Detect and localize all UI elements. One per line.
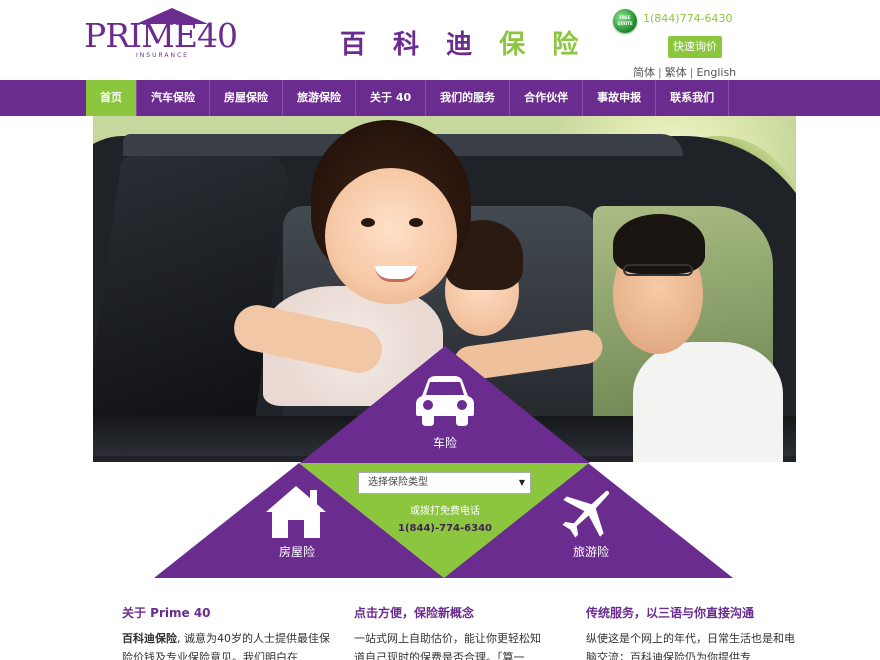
site-header: PRIME40 INSURANCE 百 科 迪 保 险 FREE QUOTE 1…: [0, 0, 880, 80]
home-insurance-label[interactable]: 房屋险: [252, 543, 342, 560]
nav-item-claims[interactable]: 事故申报: [583, 80, 657, 116]
brand-name-part2: 保 险: [499, 30, 588, 60]
header-phone[interactable]: 1(844)774-6430: [643, 12, 733, 25]
nav-item-services[interactable]: 我们的服务: [426, 80, 511, 116]
lang-english[interactable]: English: [696, 66, 736, 79]
language-switcher: 简体 | 繁体 | English: [633, 64, 736, 80]
hero-girl-eye: [361, 218, 375, 227]
brand-name-part1: 百 科 迪: [340, 30, 500, 60]
travel-insurance-label[interactable]: 旅游险: [546, 543, 636, 560]
nav-item-home-insurance[interactable]: 房屋保险: [210, 80, 283, 116]
lang-separator: |: [689, 66, 694, 79]
insurance-type-select[interactable]: 选择保险类型 ▼: [358, 472, 531, 494]
free-quote-badge-icon[interactable]: FREE QUOTE: [613, 9, 637, 33]
nav-item-travel-insurance[interactable]: 旅游保险: [283, 80, 356, 116]
call-free-phone[interactable]: 1(844)-774-6340: [350, 523, 540, 534]
lang-simplified[interactable]: 简体: [633, 66, 655, 79]
about-bold-lead: 百科迪保险: [122, 632, 177, 645]
nav-item-contact[interactable]: 联系我们: [656, 80, 730, 116]
online-quote-column: 点击方便，保险新概念 一站式网上自助估价，能让你更轻松知道自己现时的保费是否合理…: [354, 604, 544, 660]
about-heading: 关于 Prime 40: [122, 606, 211, 620]
hero-girl-eye: [409, 218, 423, 227]
nav-items: 首页 汽车保险 房屋保险 旅游保险 关于 40 我们的服务 合作伙伴 事故申报 …: [86, 80, 730, 116]
traditional-service-column: 传统服务，以三语与你直接沟通 纵使这是个网上的年代，日常生活也是和电脑交流；百科…: [586, 604, 796, 660]
online-quote-text: 一站式网上自助估价，能让你更轻松知道自己现时的保费是否合理。「算一: [354, 632, 541, 660]
hero-man-glasses: [623, 264, 693, 276]
online-quote-heading: 点击方便，保险新概念: [354, 606, 475, 620]
insurance-type-select-value: 选择保险类型: [368, 477, 428, 488]
lang-traditional[interactable]: 繁体: [665, 66, 687, 79]
main-nav: 首页 汽车保险 房屋保险 旅游保险 关于 40 我们的服务 合作伙伴 事故申报 …: [0, 80, 880, 116]
about-column: 关于 Prime 40 百科迪保险, 诚意为40岁的人士提供最佳保险价钱及专业保…: [122, 604, 332, 660]
car-icon[interactable]: [414, 374, 476, 428]
nav-item-about[interactable]: 关于 40: [356, 80, 427, 116]
traditional-service-text: 纵使这是个网上的年代，日常生活也是和电脑交流；百科迪保险仍为你提供专: [586, 632, 795, 660]
lang-separator: |: [658, 66, 662, 79]
house-icon[interactable]: [264, 484, 328, 540]
logo-text: PRIME40: [84, 16, 238, 55]
logo-subtitle: INSURANCE: [136, 52, 189, 59]
call-free-text: 或拨打免费电话: [410, 506, 480, 517]
brand-name-chinese: 百 科 迪 保 险: [340, 24, 587, 61]
plane-icon[interactable]: [558, 482, 618, 542]
nav-item-auto-insurance[interactable]: 汽车保险: [137, 80, 210, 116]
traditional-service-heading: 传统服务，以三语与你直接沟通: [586, 606, 755, 620]
dropdown-caret-icon: ▼: [518, 478, 525, 487]
hero-girl-face: [325, 168, 457, 304]
quick-quote-button[interactable]: 快速询价: [668, 36, 722, 58]
prime40-logo[interactable]: PRIME40 INSURANCE: [84, 8, 238, 62]
car-insurance-label[interactable]: 车险: [400, 434, 490, 451]
about-text: 百科迪保险, 诚意为40岁的人士提供最佳保险价钱及专业保险意见。我们明白在: [122, 629, 332, 660]
nav-item-home[interactable]: 首页: [86, 80, 137, 116]
hero-man-shirt: [633, 342, 783, 462]
nav-item-partners[interactable]: 合作伙伴: [510, 80, 584, 116]
